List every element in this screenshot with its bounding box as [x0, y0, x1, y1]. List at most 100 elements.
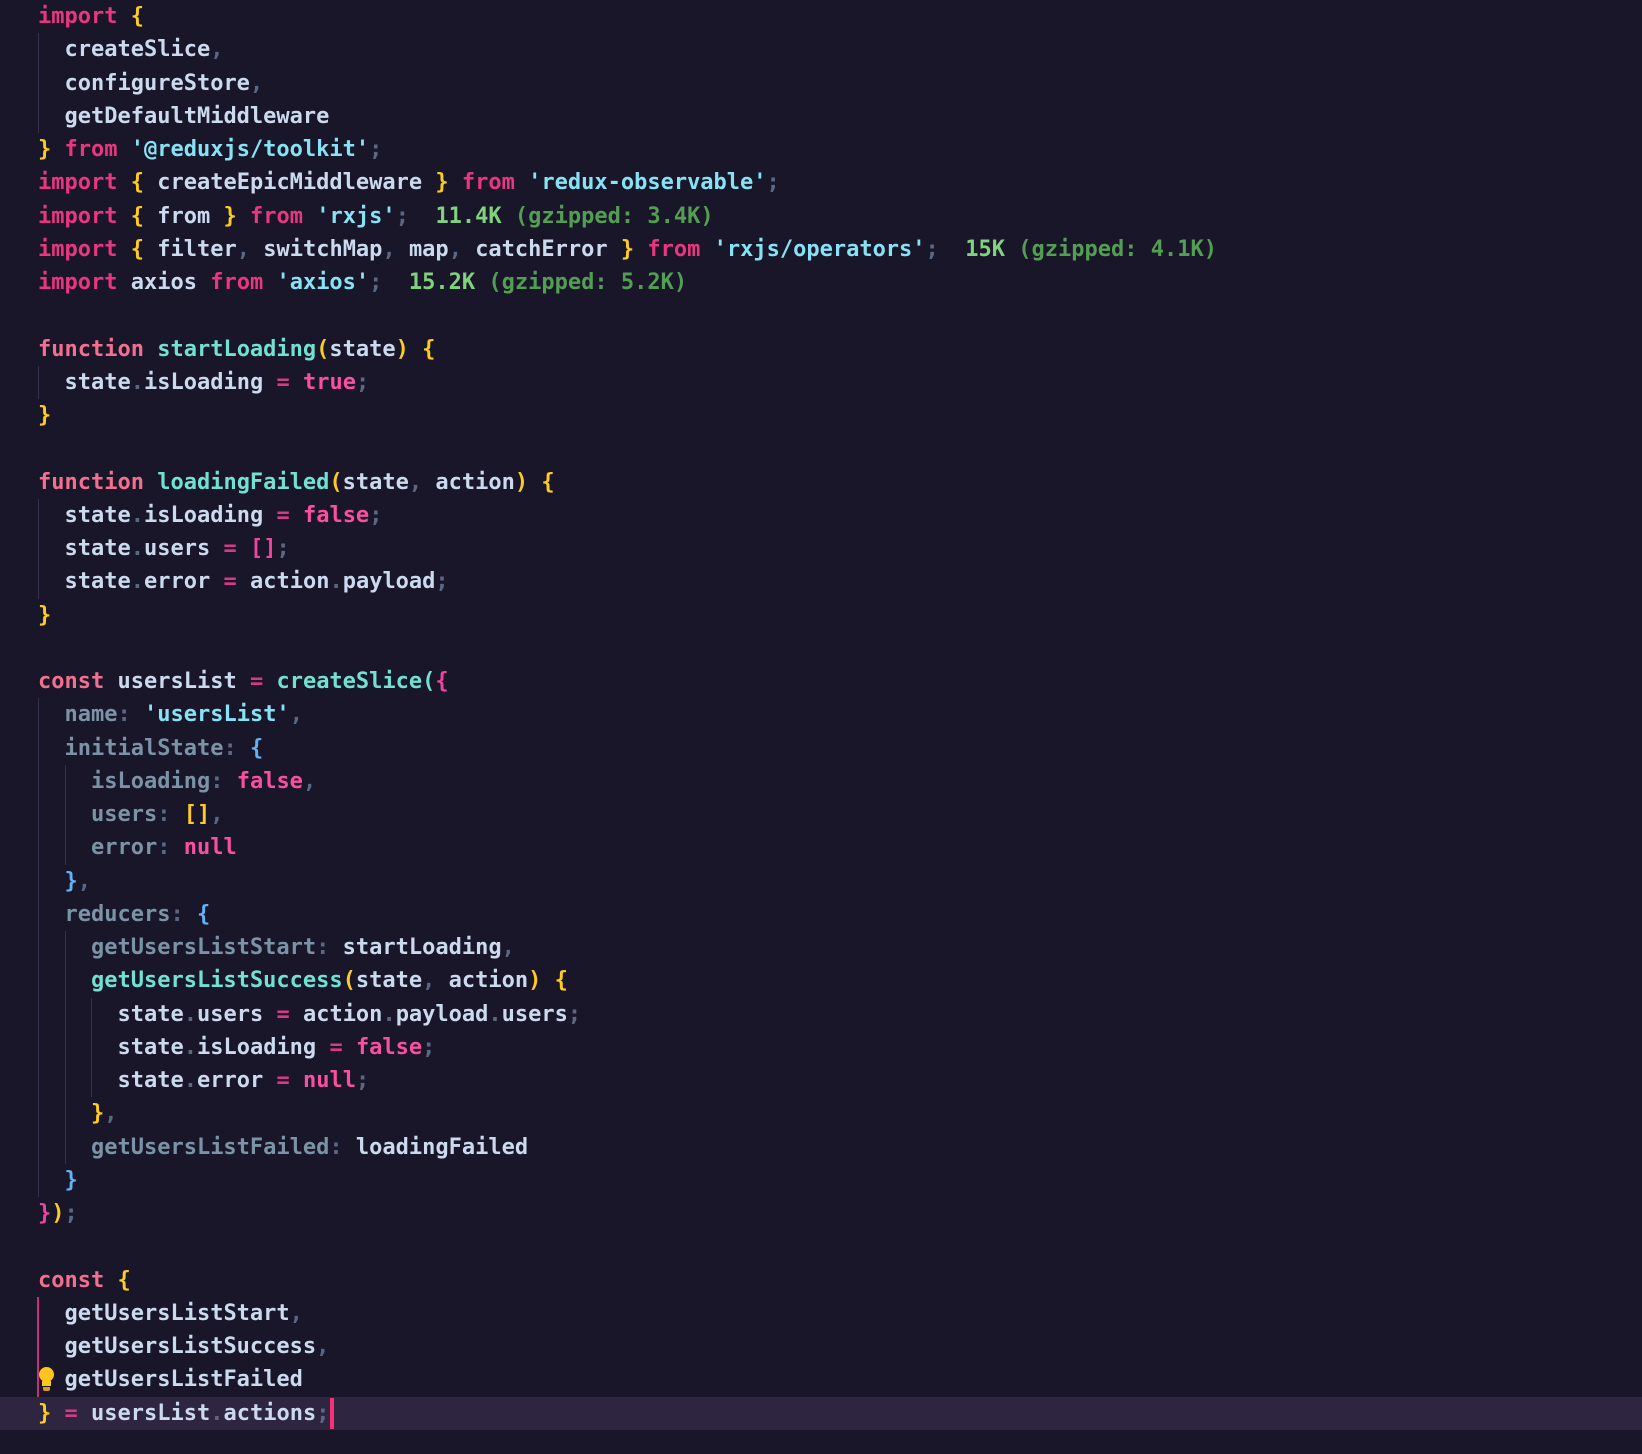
code-token: ; [276, 536, 290, 561]
code-line[interactable]: state.isLoading = false; [0, 1030, 1642, 1064]
indent-guide [38, 1097, 39, 1131]
code-line[interactable]: getUsersListSuccess, [0, 1330, 1642, 1364]
code-token: } [38, 1201, 52, 1226]
code-token: : [170, 901, 184, 927]
code-token: false [355, 1034, 423, 1060]
code-line[interactable]: }, [0, 864, 1642, 898]
code-token: state [329, 336, 396, 362]
lightbulb-head [39, 1367, 54, 1383]
code-line[interactable]: const usersList = createSlice({ [0, 665, 1642, 698]
code-token: ; [435, 569, 449, 595]
code-line[interactable]: state.isLoading = false; [0, 498, 1642, 532]
code-line[interactable] [0, 632, 1642, 665]
code-token: { [554, 968, 568, 994]
code-token: null [183, 835, 237, 861]
indent-guide [64, 764, 66, 798]
code-token: from [157, 203, 211, 229]
code-token: , [249, 70, 264, 96]
code-line[interactable]: function loadingFailed(state, action) { [0, 466, 1642, 499]
code-token: error [143, 569, 211, 595]
code-token: from [461, 170, 515, 196]
code-token: const [38, 1267, 105, 1293]
code-line[interactable]: import { filter, switchMap, map, catchEr… [0, 233, 1642, 266]
code-token: 'usersList' [143, 702, 290, 728]
code-line[interactable]: }, [0, 1097, 1642, 1131]
code-line[interactable]: createSlice, [0, 33, 1642, 67]
indent-guide [64, 964, 66, 998]
code-token: , [382, 236, 396, 262]
code-token: ( [329, 469, 343, 495]
code-line[interactable]: state.users = []; [0, 532, 1642, 566]
code-token: ( [342, 968, 356, 994]
code-line[interactable]: getUsersListSuccess(state, action) { [0, 964, 1642, 998]
code-token: const [38, 669, 105, 694]
code-token: getUsersListFailed [64, 1367, 303, 1393]
code-line[interactable]: } from '@reduxjs/toolkit'; [0, 133, 1642, 166]
code-line[interactable] [0, 432, 1642, 465]
code-token: , [448, 236, 462, 262]
code-line[interactable]: const { [0, 1264, 1642, 1297]
indent-guide [38, 698, 39, 732]
code-line[interactable]: state.isLoading = true; [0, 365, 1642, 399]
code-line[interactable]: configureStore, [0, 66, 1642, 100]
code-line[interactable]: state.users = action.payload.users; [0, 997, 1642, 1031]
code-line[interactable] [0, 1230, 1642, 1263]
code-token: , [210, 802, 224, 827]
code-token: isLoading [90, 768, 211, 794]
code-token: . [130, 369, 144, 395]
code-token: : [210, 768, 224, 794]
code-line[interactable]: import { createEpicMiddleware } from 're… [0, 166, 1642, 199]
code-line[interactable]: import axios from 'axios'; 15.2K (gzippe… [0, 266, 1642, 299]
code-token: filter [157, 236, 237, 262]
code-line[interactable]: import { [0, 0, 1642, 33]
code-token: action [435, 469, 515, 495]
indent-guide [38, 365, 39, 399]
code-token: switchMap [263, 236, 383, 262]
code-token: import [38, 236, 118, 262]
code-line[interactable]: import { from } from 'rxjs'; 11.4K (gzip… [0, 200, 1642, 233]
code-line[interactable]: } [0, 599, 1642, 632]
code-line[interactable]: getUsersListStart: startLoading, [0, 931, 1642, 965]
code-line[interactable]: reducers: { [0, 897, 1642, 931]
code-line[interactable]: } = usersList.actions; [0, 1396, 1642, 1430]
code-line[interactable]: }); [0, 1197, 1642, 1230]
code-token: axios [130, 270, 197, 295]
code-line[interactable]: getUsersListFailed: loadingFailed [0, 1130, 1642, 1164]
lightbulb-icon[interactable] [38, 1367, 55, 1392]
code-line[interactable]: state.error = action.payload; [0, 565, 1642, 599]
code-token: ; [925, 236, 939, 262]
code-line[interactable]: getUsersListFailed [0, 1363, 1642, 1397]
code-line[interactable]: } [0, 399, 1642, 432]
code-line[interactable] [0, 299, 1642, 332]
code-line[interactable]: state.error = null; [0, 1064, 1642, 1098]
code-token: import [38, 4, 118, 29]
code-token: users [143, 536, 211, 561]
code-line[interactable]: } [0, 1163, 1642, 1197]
code-token: payload [342, 569, 436, 595]
code-token: import [38, 170, 118, 196]
code-token: : [223, 735, 237, 761]
code-line[interactable]: error: null [0, 831, 1642, 865]
code-line[interactable]: name: 'usersList', [0, 698, 1642, 732]
code-line[interactable]: getUsersListStart, [0, 1296, 1642, 1330]
code-token: isLoading [143, 502, 264, 528]
code-line[interactable]: isLoading: false, [0, 764, 1642, 798]
code-token: . [210, 1400, 224, 1426]
code-line[interactable]: function startLoading(state) { [0, 333, 1642, 366]
indent-guide [38, 1130, 39, 1164]
code-token: import [38, 270, 118, 295]
code-line[interactable]: getDefaultMiddleware [0, 99, 1642, 133]
code-line[interactable]: initialState: { [0, 731, 1642, 765]
code-token: , [316, 1334, 330, 1359]
code-line[interactable]: users: [], [0, 798, 1642, 832]
